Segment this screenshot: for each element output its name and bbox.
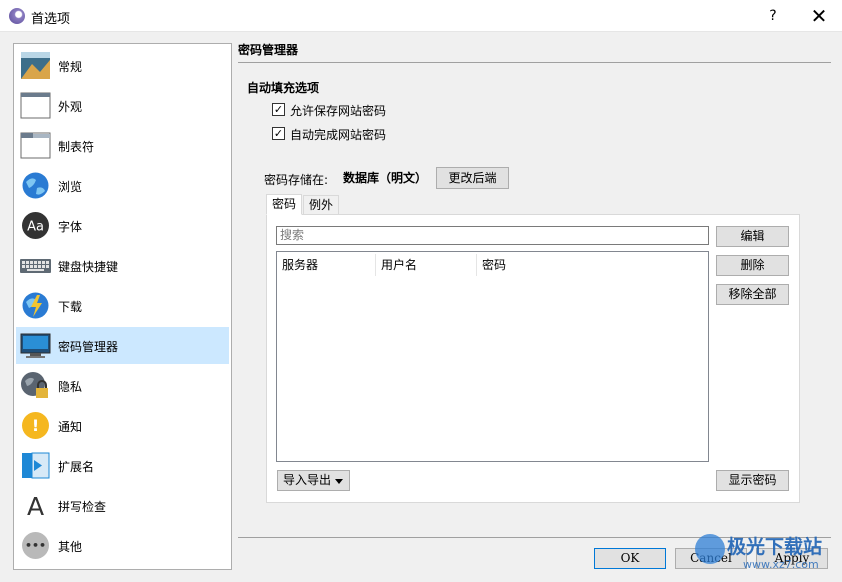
cancel-button[interactable]: Cancel — [675, 548, 747, 569]
tab-passwords[interactable]: 密码 — [266, 194, 302, 215]
storage-label: 密码存储在: — [264, 173, 329, 187]
column-header-password[interactable]: 密码 — [477, 252, 577, 278]
preferences-sidebar: 常规 外观 制表符 浏览 Aa 字体 键盘快捷键 下载 密码管理器 隐私 ! 通… — [13, 43, 232, 570]
general-icon — [21, 52, 50, 79]
sidebar-item-label: 键盘快捷键 — [58, 260, 119, 274]
divider — [238, 62, 831, 63]
ok-button[interactable]: OK — [594, 548, 666, 569]
sidebar-item-label: 浏览 — [58, 180, 83, 194]
search-input[interactable]: 搜索 — [276, 226, 709, 245]
browse-icon — [22, 172, 49, 199]
show-passwords-button[interactable]: 显示密码 — [716, 470, 789, 491]
autofill-group-title: 自动填充选项 — [247, 81, 320, 95]
extensions-icon — [22, 452, 50, 479]
apply-button[interactable]: Apply — [756, 548, 828, 569]
title-bar: 首选项 ? ✕ — [0, 0, 842, 32]
sidebar-item-font[interactable]: Aa 字体 — [16, 207, 229, 244]
import-export-button[interactable]: 导入导出 — [277, 470, 350, 491]
sidebar-item-other[interactable]: ••• 其他 — [16, 527, 229, 564]
option-label: 允许保存网站密码 — [290, 104, 387, 118]
option-label: 自动完成网站密码 — [290, 128, 387, 142]
checkbox-checked[interactable]: ✓ — [272, 127, 285, 140]
download-icon — [22, 292, 49, 319]
sidebar-item-label: 隐私 — [58, 380, 83, 394]
font-icon: Aa — [22, 212, 49, 239]
sidebar-item-label: 其他 — [58, 540, 83, 554]
tabs-icon — [20, 132, 51, 159]
password-table[interactable]: 服务器 用户名 密码 — [276, 251, 709, 462]
window-title: 首选项 — [31, 12, 71, 27]
change-backend-button[interactable]: 更改后端 — [436, 167, 509, 189]
password-manager-icon — [20, 333, 51, 358]
sidebar-item-label: 拼写检查 — [58, 500, 107, 514]
spellcheck-icon: A — [27, 492, 44, 521]
column-header-username[interactable]: 用户名 — [376, 252, 476, 278]
delete-button[interactable]: 删除 — [716, 255, 789, 276]
edit-button[interactable]: 编辑 — [716, 226, 789, 247]
column-header-server[interactable]: 服务器 — [277, 252, 375, 278]
sidebar-item-keyboard[interactable]: 键盘快捷键 — [16, 247, 229, 284]
sidebar-item-browse[interactable]: 浏览 — [16, 167, 229, 204]
section-title: 密码管理器 — [238, 43, 299, 57]
checkbox-checked[interactable]: ✓ — [272, 103, 285, 116]
keyboard-icon — [20, 259, 51, 273]
sidebar-item-label: 字体 — [58, 220, 83, 234]
svg-text:!: ! — [32, 416, 39, 435]
svg-text:•••: ••• — [25, 539, 46, 552]
sidebar-item-label: 常规 — [58, 60, 83, 74]
sidebar-item-password-manager[interactable]: 密码管理器 — [16, 327, 229, 364]
appearance-icon — [20, 92, 51, 119]
remove-all-button[interactable]: 移除全部 — [716, 284, 789, 305]
app-logo-icon — [9, 8, 25, 24]
other-icon: ••• — [22, 532, 49, 559]
divider — [238, 537, 831, 538]
storage-backend-value: 数据库（明文） — [343, 171, 428, 185]
sidebar-item-label: 通知 — [58, 420, 83, 434]
sidebar-item-extensions[interactable]: 扩展名 — [16, 447, 229, 484]
sidebar-item-spellcheck[interactable]: A 拼写检查 — [16, 487, 229, 524]
sidebar-item-notification[interactable]: ! 通知 — [16, 407, 229, 444]
sidebar-item-label: 密码管理器 — [58, 340, 119, 354]
chevron-down-icon — [335, 479, 343, 484]
sidebar-item-label: 外观 — [58, 100, 83, 114]
close-button[interactable]: ✕ — [796, 0, 842, 32]
sidebar-item-label: 制表符 — [58, 140, 95, 154]
privacy-icon — [21, 372, 48, 398]
sidebar-item-general[interactable]: 常规 — [16, 47, 229, 84]
import-export-label: 导入导出 — [283, 473, 332, 487]
sidebar-item-download[interactable]: 下载 — [16, 287, 229, 324]
notification-icon: ! — [22, 412, 49, 439]
tab-exceptions[interactable]: 例外 — [303, 195, 339, 215]
svg-text:Aa: Aa — [27, 220, 44, 235]
svg-text:A: A — [27, 492, 44, 521]
sidebar-item-appearance[interactable]: 外观 — [16, 87, 229, 124]
sidebar-item-privacy[interactable]: 隐私 — [16, 367, 229, 404]
sidebar-item-tabs[interactable]: 制表符 — [16, 127, 229, 164]
sidebar-item-label: 下载 — [58, 300, 83, 314]
help-button[interactable]: ? — [755, 0, 791, 32]
sidebar-item-label: 扩展名 — [58, 460, 95, 474]
